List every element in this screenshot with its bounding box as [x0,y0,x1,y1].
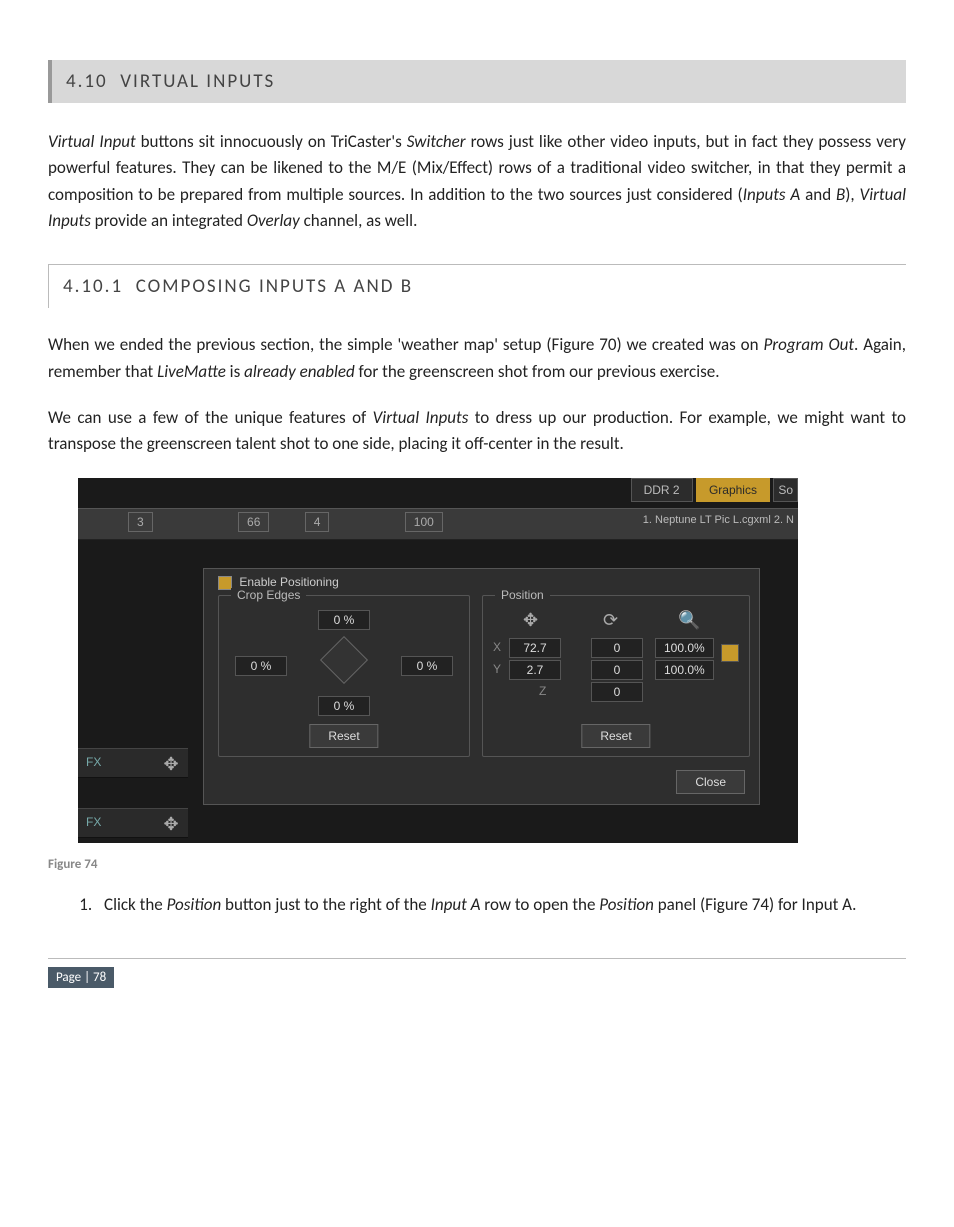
crop-right-input[interactable]: 0 % [401,656,453,676]
scale-lock-icon[interactable] [721,644,739,662]
crop-top-input[interactable]: 0 % [318,610,370,630]
position-panel: Enable Positioning Crop Edges 0 % 0 % 0 … [203,568,760,805]
paragraph-2: When we ended the previous section, the … [48,332,906,385]
fx-row-a[interactable]: FX ✥ [78,748,188,778]
rot-z-input[interactable]: 0 [591,682,643,702]
position-title: Position [495,588,550,602]
crop-edges-title: Crop Edges [231,588,306,602]
scale-y-input[interactable]: 100.0% [655,660,714,680]
subsection-number: 4.10.1 [63,275,123,298]
enable-positioning-checkbox[interactable] [218,576,232,590]
paragraph-3: We can use a few of the unique features … [48,405,906,458]
tab-strip: DDR 2 Graphics So [631,478,798,502]
enable-positioning-label: Enable Positioning [239,575,338,589]
tab-graphics[interactable]: Graphics [696,478,770,502]
crop-reset-button[interactable]: Reset [309,724,378,748]
pos-y-input[interactable]: 2.7 [509,660,561,680]
figure-caption: Figure 74 [48,857,906,872]
fx-label-b: FX [78,809,109,835]
position-reset-button[interactable]: Reset [581,724,650,748]
paragraph-1: Virtual Input buttons sit innocuously on… [48,129,906,234]
steps-list: Click the Position button just to the ri… [76,892,906,918]
crop-edges-group: Crop Edges 0 % 0 % 0 % 0 % Reset [218,595,470,757]
page-footer: Page | 78 [48,958,906,988]
figure-screenshot: DDR 2 Graphics So 3 66 4 100 1. Neptune … [78,478,798,843]
move-icon[interactable]: ✥ [162,754,180,772]
section-number: 4.10 [66,70,108,93]
scale-x-input[interactable]: 100.0% [655,638,714,658]
subsection-header: 4.10.1 COMPOSING INPUTS A AND B [48,264,906,308]
position-group: Position ✥ ⟳ 🔍 X 72.7 Y 2.7 Z 0 0 0 100.… [482,595,750,757]
z-label: Z [539,684,546,698]
rot-y-input[interactable]: 0 [591,660,643,680]
row-btn-4[interactable]: 4 [305,512,330,532]
position-icon: ✥ [523,610,538,631]
y-label: Y [493,662,501,676]
tab-ddr2[interactable]: DDR 2 [631,478,693,502]
close-button[interactable]: Close [676,770,745,794]
fx-row-b[interactable]: FX ✥ [78,808,188,838]
fx-label-a: FX [78,749,109,775]
x-label: X [493,640,501,654]
crop-diamond-control[interactable] [320,636,368,684]
rot-x-input[interactable]: 0 [591,638,643,658]
pos-x-input[interactable]: 72.7 [509,638,561,658]
row-btn-3[interactable]: 3 [128,512,153,532]
move-icon[interactable]: ✥ [162,814,180,832]
step-1: Click the Position button just to the ri… [96,892,906,918]
zoom-icon: 🔍 [678,610,700,631]
crop-bottom-input[interactable]: 0 % [318,696,370,716]
row-btn-66[interactable]: 66 [238,512,269,532]
row-btn-100[interactable]: 100 [405,512,443,532]
rotate-icon: ⟳ [603,610,618,631]
section-header: 4.10 VIRTUAL INPUTS [48,60,906,103]
page-number-badge: Page | 78 [48,967,114,988]
tab-so[interactable]: So [773,478,798,502]
subsection-title: COMPOSING INPUTS A AND B [136,275,413,298]
row-right-label: 1. Neptune LT Pic L.cgxml 2. N [643,514,794,526]
section-title: VIRTUAL INPUTS [120,70,275,93]
crop-left-input[interactable]: 0 % [235,656,287,676]
